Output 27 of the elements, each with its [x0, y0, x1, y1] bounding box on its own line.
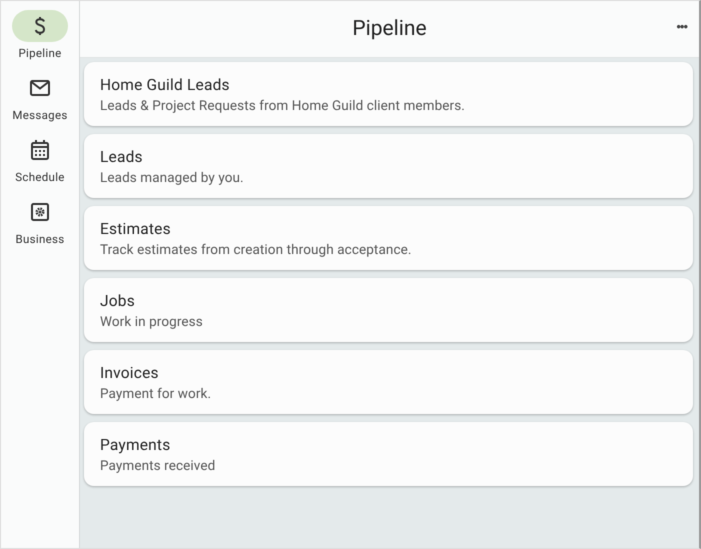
card-subtitle: Leads managed by you.: [100, 170, 245, 186]
pipeline-card[interactable]: Jobs Work in progress: [84, 278, 693, 342]
nav-item[interactable]: Business: [12, 196, 68, 246]
card-title: Estimates: [100, 220, 172, 238]
card-subtitle: Work in progress: [100, 314, 204, 330]
gear-icon: [31, 203, 49, 221]
pipeline-card[interactable]: Estimates Track estimates from creation through acceptance.: [84, 206, 693, 270]
calendar-icon: [31, 140, 49, 160]
page-title: Pipeline: [352, 17, 427, 41]
envelope-icon: [30, 80, 50, 96]
card-title: Home Guild Leads: [100, 76, 231, 94]
more-menu-button[interactable]: •••: [676, 19, 687, 34]
card-subtitle: Track estimates from creation through acceptance.: [100, 242, 413, 258]
pipeline-card[interactable]: Home Guild Leads Leads & Project Requests from Home Guild client members.: [84, 62, 693, 126]
pipeline-card[interactable]: Invoices Payment for work.: [84, 350, 693, 414]
dollar-icon: [34, 16, 46, 36]
pipeline-card[interactable]: Leads Leads managed by you.: [84, 134, 693, 198]
card-title: Invoices: [100, 364, 160, 382]
card-subtitle: Payments received: [100, 458, 216, 474]
card-title: Leads: [100, 148, 144, 166]
nav-item[interactable]: Schedule: [12, 134, 68, 184]
card-subtitle: Leads & Project Requests from Home Guild client members.: [100, 98, 466, 114]
card-subtitle: Payment for work.: [100, 386, 212, 402]
pipeline-card[interactable]: Payments Payments received: [84, 422, 693, 486]
card-title: Jobs: [100, 292, 136, 310]
card-title: Payments: [100, 436, 172, 454]
nav-item[interactable]: Messages: [12, 72, 68, 122]
